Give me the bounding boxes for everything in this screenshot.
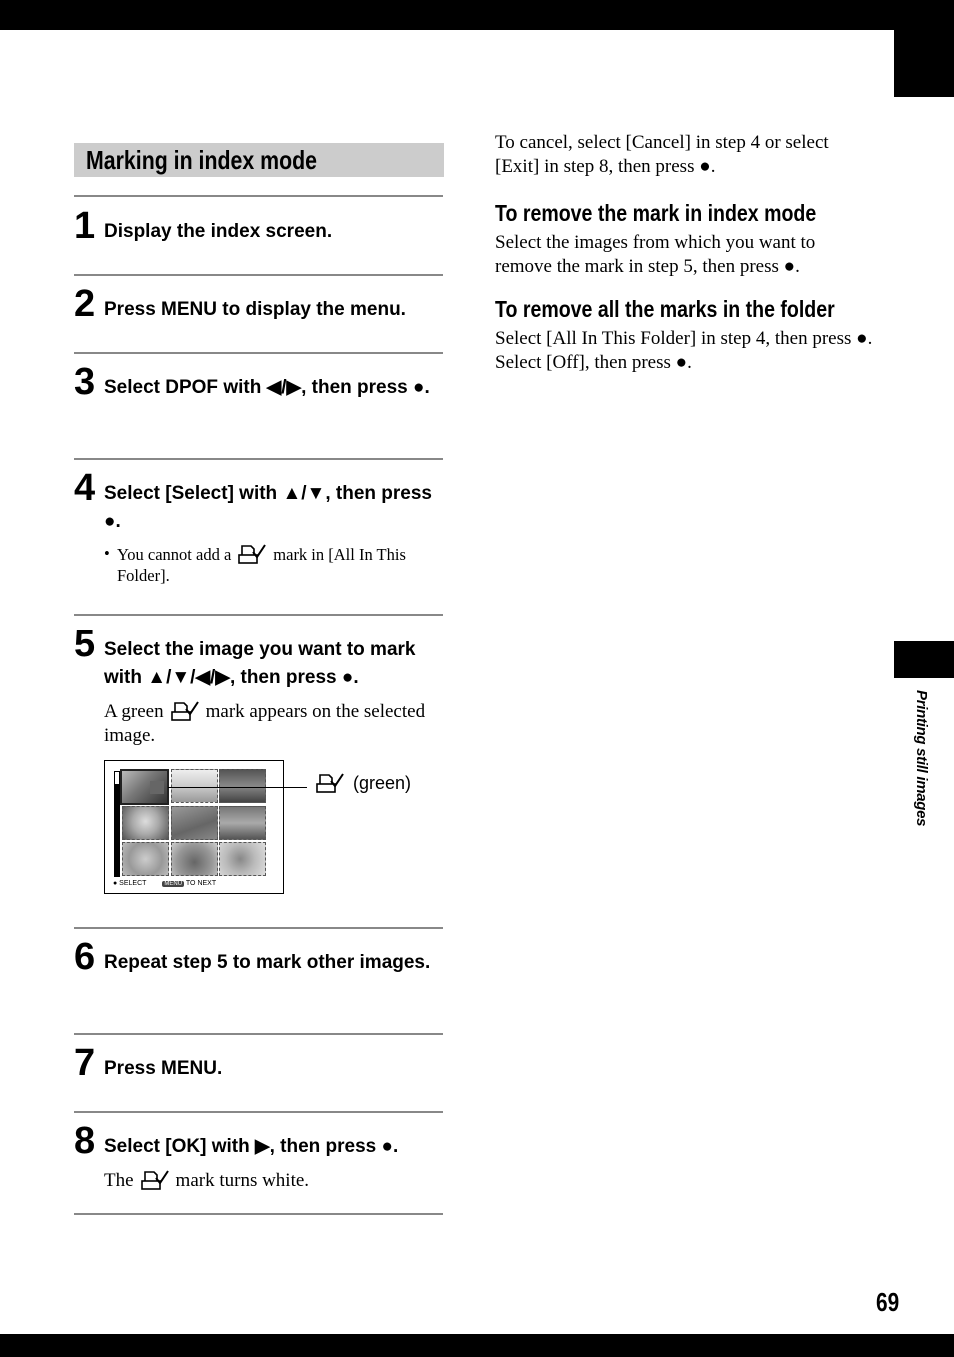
thumbnail bbox=[219, 806, 266, 840]
divider bbox=[74, 274, 443, 276]
remove-all-text: Select [All In This Folder] in step 4, t… bbox=[495, 328, 873, 373]
top-corner-tab bbox=[894, 30, 954, 97]
step-number: 1 bbox=[74, 205, 96, 247]
top-black-bar bbox=[0, 0, 954, 30]
step-number: 7 bbox=[74, 1042, 96, 1084]
divider bbox=[74, 614, 443, 616]
callout-line bbox=[168, 787, 307, 788]
step-note: • You cannot add a mark in [All In This F… bbox=[104, 543, 406, 585]
step-instruction: Select the image you want to mark with ▲… bbox=[104, 639, 416, 688]
menu-button-chip: MENU bbox=[162, 881, 185, 887]
thumbnail bbox=[122, 806, 169, 840]
step-note: The mark turns white. bbox=[104, 1169, 310, 1191]
step-note: A green mark appears on the selected imag… bbox=[104, 700, 426, 746]
dpof-print-mark-icon bbox=[140, 1169, 170, 1191]
remove-mark-text: Select the images from which you want to… bbox=[495, 232, 816, 277]
divider bbox=[74, 927, 443, 929]
step-instruction: Select [OK] with ▶, then press ●. bbox=[104, 1136, 399, 1157]
step-number: 5 bbox=[74, 623, 96, 665]
thumbnail bbox=[122, 842, 169, 876]
section-heading: Marking in index mode bbox=[74, 143, 444, 177]
bottom-black-bar bbox=[0, 1334, 954, 1357]
bullet: • bbox=[104, 544, 110, 563]
dpof-print-mark-icon bbox=[150, 781, 164, 794]
index-screen-illustration: ● SELECT MENU TO NEXT bbox=[104, 760, 284, 894]
next-hint: TO NEXT bbox=[185, 880, 217, 887]
thumbnail-selected bbox=[120, 769, 169, 805]
remove-mark-heading: To remove the mark in index mode bbox=[495, 200, 817, 226]
thumbnail bbox=[171, 842, 218, 876]
thumbnail bbox=[219, 769, 266, 803]
right-column: To cancel, select [Cancel] in step 4 or … bbox=[495, 131, 875, 375]
dpof-print-mark-icon bbox=[315, 772, 345, 794]
dpof-print-mark-icon bbox=[237, 543, 267, 565]
step-instruction: Select [Select] with ▲/▼, then press ●. bbox=[104, 483, 432, 532]
divider bbox=[74, 1213, 443, 1215]
page-number: 69 bbox=[876, 1287, 900, 1317]
divider bbox=[74, 1033, 443, 1035]
step-number: 4 bbox=[74, 467, 96, 509]
thumbnail bbox=[171, 769, 218, 803]
cancel-instructions: To cancel, select [Cancel] in step 4 or … bbox=[495, 132, 829, 177]
remove-all-heading: To remove all the marks in the folder bbox=[495, 296, 835, 322]
step-instruction: Display the index screen. bbox=[104, 221, 333, 242]
thumbnail bbox=[219, 842, 266, 876]
dpof-print-mark-icon bbox=[170, 700, 200, 722]
step-number: 3 bbox=[74, 361, 96, 403]
thumbnail bbox=[171, 806, 218, 840]
step-instruction: Select DPOF with ◀/▶, then press ●. bbox=[104, 377, 430, 398]
divider bbox=[74, 195, 443, 197]
section-heading-text: Marking in index mode bbox=[86, 145, 318, 175]
divider bbox=[74, 1111, 443, 1113]
step-instruction: Press MENU. bbox=[104, 1058, 223, 1079]
divider bbox=[74, 458, 443, 460]
chapter-side-label: Printing still images bbox=[913, 690, 930, 827]
select-hint: ● SELECT bbox=[113, 880, 147, 887]
step-number: 6 bbox=[74, 936, 96, 978]
chapter-side-tab bbox=[894, 641, 954, 678]
callout-label: (green) bbox=[315, 772, 411, 794]
step-number: 2 bbox=[74, 283, 96, 325]
lcd-status-bar: ● SELECT MENU TO NEXT bbox=[113, 880, 216, 887]
step-instruction: Press MENU to display the menu. bbox=[104, 299, 406, 320]
step-instruction: Repeat step 5 to mark other images. bbox=[104, 952, 431, 973]
step-number: 8 bbox=[74, 1120, 96, 1162]
divider bbox=[74, 352, 443, 354]
